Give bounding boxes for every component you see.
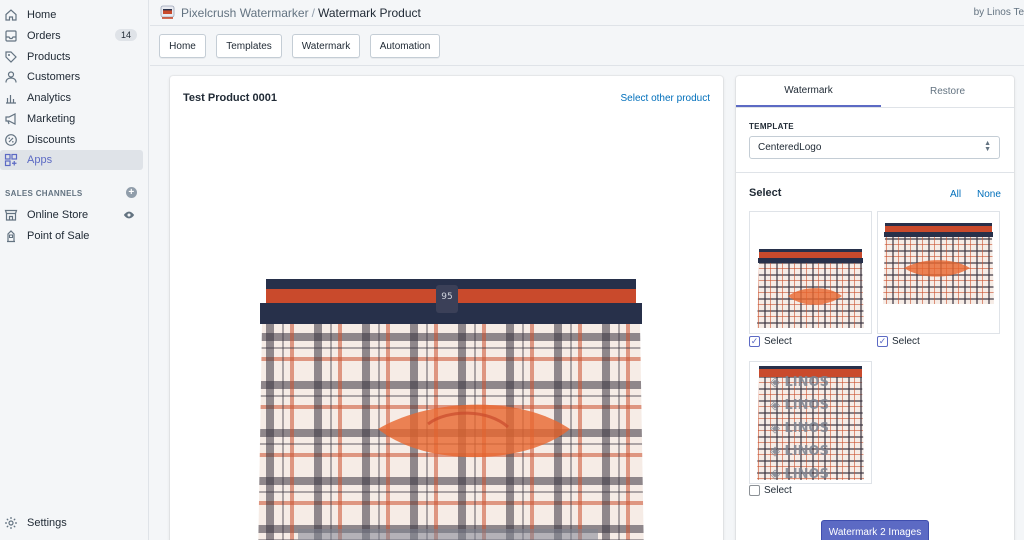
- tab-templates[interactable]: Templates: [216, 34, 282, 58]
- panel-tabs-divider: [736, 107, 1014, 108]
- sidebar-item-label: Home: [27, 9, 57, 21]
- sidebar-item-products[interactable]: Products: [0, 47, 143, 67]
- sidebar-item-discounts[interactable]: Discounts: [0, 130, 143, 150]
- sidebar-item-apps[interactable]: Apps: [0, 150, 143, 170]
- orders-count-badge: 14: [114, 29, 137, 41]
- home-icon: [4, 8, 18, 22]
- template-select[interactable]: CenteredLogo ▲ ▼: [749, 136, 1000, 159]
- section-divider: [736, 172, 1014, 173]
- thumbnail-image: [757, 249, 864, 328]
- breadcrumb-app-link[interactable]: Pixelcrush Watermarker: [181, 6, 309, 20]
- template-select-value: CenteredLogo: [758, 142, 822, 153]
- header-divider: [150, 65, 1024, 66]
- sidebar-item-label: Online Store: [27, 209, 89, 221]
- select-other-product-link[interactable]: Select other product: [621, 93, 711, 104]
- person-icon: [4, 70, 18, 84]
- tab-watermark[interactable]: Watermark: [292, 34, 360, 58]
- sidebar-item-label: Point of Sale: [27, 230, 90, 242]
- image-thumbnail[interactable]: ◈ LINOS ◈ LINOS ◈ LINOS ◈ LINOS ◈ LINOS: [749, 361, 872, 484]
- add-channel-icon[interactable]: +: [126, 187, 137, 198]
- discount-icon: [4, 133, 18, 147]
- image-thumbnail[interactable]: [749, 211, 872, 334]
- breadcrumb-separator: /: [311, 6, 315, 20]
- sidebar-item-settings[interactable]: Settings: [0, 513, 143, 533]
- sales-channels-title: SALES CHANNELS: [5, 189, 83, 198]
- logo-watermark-text: ◈ LINOS: [770, 467, 829, 482]
- checkbox-checked[interactable]: ✓: [749, 336, 760, 347]
- thumbnail-image: ◈ LINOS ◈ LINOS ◈ LINOS ◈ LINOS ◈ LINOS: [757, 366, 864, 482]
- sidebar-item-online-store[interactable]: Online Store: [0, 205, 143, 225]
- app-topbar: Pixelcrush Watermarker / Watermark Product…: [150, 0, 1024, 26]
- image-thumbnail[interactable]: [877, 211, 1000, 334]
- product-image: 95: [258, 279, 644, 540]
- orders-icon: [4, 29, 18, 43]
- tab-panel-restore[interactable]: Restore: [881, 76, 1014, 107]
- sidebar-item-label: Settings: [27, 517, 67, 529]
- pos-icon: [4, 229, 18, 243]
- checkbox-checked[interactable]: ✓: [877, 336, 888, 347]
- apps-icon: [4, 153, 18, 167]
- sidebar-item-label: Apps: [27, 154, 53, 166]
- watermark-panel: Watermark Restore TEMPLATE CenteredLogo …: [736, 76, 1014, 540]
- bar-chart-icon: [4, 91, 18, 105]
- sidebar-item-label: Discounts: [27, 134, 76, 146]
- sidebar-item-label: Orders: [27, 30, 61, 42]
- sidebar-item-analytics[interactable]: Analytics: [0, 88, 143, 108]
- product-preview-card: Test Product 0001 Select other product 9…: [170, 76, 723, 540]
- sales-channels-heading: SALES CHANNELS +: [5, 187, 137, 198]
- sidebar-item-label: Analytics: [27, 92, 72, 104]
- thumbnail-image: [883, 223, 994, 304]
- sidebar: Home Orders 14 Products Customers Analyt…: [0, 0, 149, 540]
- sidebar-item-label: Customers: [27, 71, 81, 83]
- select-none-link[interactable]: None: [977, 189, 1001, 200]
- checkbox-label: Select: [764, 485, 792, 496]
- sidebar-item-home[interactable]: Home: [0, 5, 143, 25]
- eye-icon[interactable]: [123, 209, 135, 224]
- logo-watermark-text: ◈ LINOS: [770, 398, 829, 413]
- select-heading: Select: [749, 187, 782, 199]
- tag-icon: [4, 50, 18, 64]
- tab-automation[interactable]: Automation: [370, 34, 440, 58]
- store-icon: [4, 208, 18, 222]
- thumbnail-checkbox-row[interactable]: ✓ Select: [749, 336, 792, 347]
- thumbnail-checkbox-row[interactable]: ✓ Select: [877, 336, 920, 347]
- template-label: TEMPLATE: [749, 122, 794, 131]
- gear-icon: [4, 516, 18, 530]
- svg-text:95: 95: [441, 292, 452, 302]
- sidebar-item-point-of-sale[interactable]: Point of Sale: [0, 226, 143, 246]
- sidebar-item-label: Products: [27, 51, 71, 63]
- watermark-images-button[interactable]: Watermark 2 Images: [821, 520, 929, 540]
- app-logo-icon: [160, 5, 175, 20]
- sidebar-item-orders[interactable]: Orders 14: [0, 26, 143, 46]
- checkbox-label: Select: [892, 336, 920, 347]
- select-arrows-icon: ▲ ▼: [984, 140, 991, 153]
- thumbnail-checkbox-row[interactable]: Select: [749, 485, 792, 496]
- tab-panel-watermark[interactable]: Watermark: [736, 76, 881, 107]
- page-title: Watermark Product: [317, 6, 421, 20]
- product-title: Test Product 0001: [183, 92, 277, 104]
- sidebar-item-label: Marketing: [27, 113, 76, 125]
- breadcrumb: Pixelcrush Watermarker / Watermark Product: [181, 6, 421, 20]
- megaphone-icon: [4, 112, 18, 126]
- checkbox-unchecked[interactable]: [749, 485, 760, 496]
- logo-watermark-text: ◈ LINOS: [770, 421, 829, 436]
- checkbox-label: Select: [764, 336, 792, 347]
- logo-watermark-text: ◈ LINOS: [770, 375, 829, 390]
- sidebar-item-customers[interactable]: Customers: [0, 67, 143, 87]
- sidebar-item-marketing[interactable]: Marketing: [0, 109, 143, 129]
- tab-home[interactable]: Home: [159, 34, 206, 58]
- select-all-link[interactable]: All: [950, 189, 961, 200]
- developer-byline[interactable]: by Linos Te: [974, 7, 1024, 18]
- logo-watermark-text: ◈ LINOS: [770, 444, 829, 459]
